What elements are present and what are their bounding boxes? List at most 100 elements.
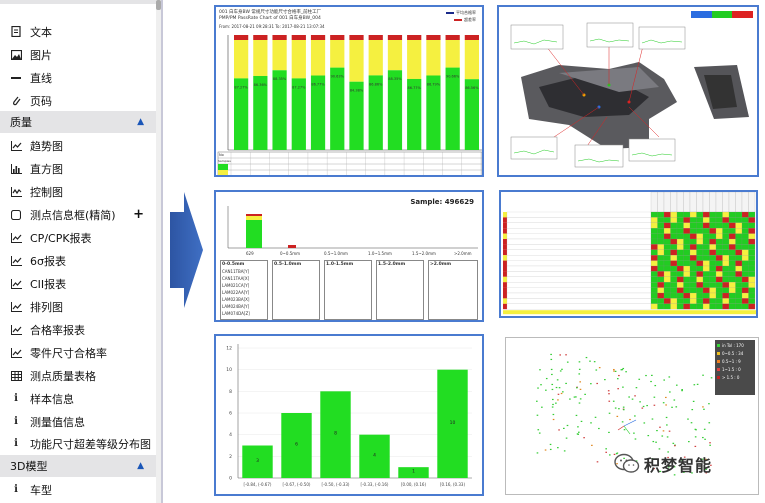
quality-table-panel[interactable] <box>499 190 758 318</box>
table-cell <box>702 287 710 294</box>
table-cell <box>676 303 684 310</box>
scatter-point <box>590 422 592 424</box>
table-cell <box>722 303 730 310</box>
table-cell <box>689 211 697 218</box>
scatter-point <box>550 358 553 361</box>
table-status-cell <box>503 298 507 304</box>
scatter-point <box>593 361 596 363</box>
list-item: LAM021CA[Y] <box>222 283 250 288</box>
table-cell <box>676 211 684 218</box>
scatter-point <box>661 435 664 437</box>
menu-item-label: 排列图 <box>30 300 63 314</box>
menu-item-out-of-tolerance-distribution[interactable]: i 功能尺寸超差等级分布图 <box>0 432 158 455</box>
add-icon[interactable]: + <box>133 207 144 222</box>
passrate-chart-panel[interactable]: 001 白车身BW 常规尺寸功能尺寸合格率_前柱工厂 PMP/PM PassRa… <box>214 5 484 177</box>
passrate-red-segment <box>387 35 403 40</box>
scatter-point <box>688 441 690 443</box>
collapse-triangle-icon[interactable]: ▲ <box>137 0 144 1</box>
table-cell <box>709 238 717 245</box>
menu-item-6sigma[interactable]: 6σ报表 <box>0 249 158 272</box>
menu-item-control-chart[interactable]: 控制图 <box>0 180 158 203</box>
table-cell <box>709 282 717 288</box>
table-cell <box>657 238 665 245</box>
scatter-point <box>687 418 689 420</box>
menu-item-label: 趋势图 <box>30 139 63 153</box>
table-cell <box>689 238 697 245</box>
menu-item-point-quality-table[interactable]: 测点质量表格 <box>0 364 158 387</box>
info-icon: i <box>14 393 18 404</box>
table-cell <box>748 282 756 288</box>
menu-item-text[interactable]: 文本 <box>0 20 158 43</box>
scatter-point <box>651 418 654 420</box>
table-row <box>506 233 652 240</box>
menu-item-histogram[interactable]: 直方图 <box>0 157 158 180</box>
table-cell <box>728 282 736 288</box>
table-cell <box>722 292 730 299</box>
table-cell <box>650 265 658 272</box>
pareto-panel[interactable]: Sample: 496629 629 0~0.5mm 0.5~1.0mm 1.0… <box>214 190 484 322</box>
menu-item-line[interactable]: 直线 <box>0 66 158 89</box>
passrate-green-segment <box>253 75 268 150</box>
table-cell <box>728 217 736 223</box>
table-cell <box>676 255 684 261</box>
table-cell <box>689 249 697 256</box>
trend-chart-icon <box>10 140 22 152</box>
menu-item-measure-point-box[interactable]: 测点信息框(精简) + <box>0 203 158 226</box>
table-cell <box>663 265 671 272</box>
table-cell <box>683 255 691 261</box>
histogram-panel[interactable]: 0 2 4 6 8 10 12 3 [-0.84, (-0.67) 6 [-0.67, (-0.50… <box>214 334 484 496</box>
menu-item-cii[interactable]: CII报表 <box>0 272 158 295</box>
table-cell <box>689 265 697 272</box>
table-cell <box>709 217 717 223</box>
collapse-triangle-icon[interactable]: ▲ <box>137 461 144 471</box>
table-cell <box>735 255 743 261</box>
sidebar-scrollbar[interactable] <box>156 0 161 503</box>
car-body-3d-panel[interactable] <box>497 5 759 177</box>
menu-item-page-number[interactable]: 页码 <box>0 89 158 112</box>
trend-chart-icon <box>10 278 22 290</box>
scatter-point <box>608 393 610 395</box>
scatter-point <box>633 432 635 434</box>
table-cell <box>735 265 743 272</box>
bin-label: >2.0mm <box>454 251 472 256</box>
scatter-point <box>629 418 631 421</box>
sidebar-scroll-thumb[interactable] <box>156 0 161 10</box>
table-cell <box>728 298 736 304</box>
trend-chart-icon <box>10 347 22 359</box>
table-cell <box>735 217 743 223</box>
table-cell <box>735 238 743 245</box>
table-cell <box>696 282 704 288</box>
table-cell <box>657 271 665 277</box>
table-status-cell <box>503 249 507 256</box>
scatter-point <box>598 367 601 369</box>
menu-item-image[interactable]: 图片 <box>0 43 158 66</box>
menu-item-cp-cpk[interactable]: CP/CPK报表 <box>0 226 158 249</box>
section-header-3d-model[interactable]: 3D模型 ▲ <box>0 455 156 477</box>
section-header-partial[interactable]: ▲ <box>0 0 156 4</box>
menu-item-pareto[interactable]: 排列图 <box>0 295 158 318</box>
passrate-green-segment <box>310 75 326 150</box>
section-header-quality[interactable]: 质量 ▲ <box>0 111 156 133</box>
scatter-point <box>579 398 582 400</box>
scatter-point <box>550 353 552 356</box>
table-cell <box>696 228 704 234</box>
table-row <box>506 238 652 245</box>
menu-item-measurement-info[interactable]: i 测量值信息 <box>0 410 158 433</box>
table-cell <box>741 238 749 245</box>
y-tick-label: 2 <box>229 454 232 460</box>
menu-item-vehicle-model[interactable]: i 车型 <box>0 478 158 501</box>
table-icon <box>10 370 22 382</box>
collapse-triangle-icon[interactable]: ▲ <box>137 117 144 127</box>
table-cell <box>722 255 730 261</box>
menu-item-pass-rate-report[interactable]: 合格率报表 <box>0 318 158 341</box>
table-cell <box>748 249 756 256</box>
menu-item-trend-chart[interactable]: 趋势图 <box>0 134 158 157</box>
table-cell <box>670 303 678 310</box>
scatter-point <box>635 387 638 389</box>
scatter-point <box>622 406 625 408</box>
menu-item-sample-info[interactable]: i 样本信息 <box>0 387 158 410</box>
scatter-point <box>552 403 554 406</box>
table-cell <box>683 249 691 256</box>
menu-item-part-dimension-pass-rate[interactable]: 零件尺寸合格率 <box>0 341 158 364</box>
table-cell <box>715 238 723 245</box>
